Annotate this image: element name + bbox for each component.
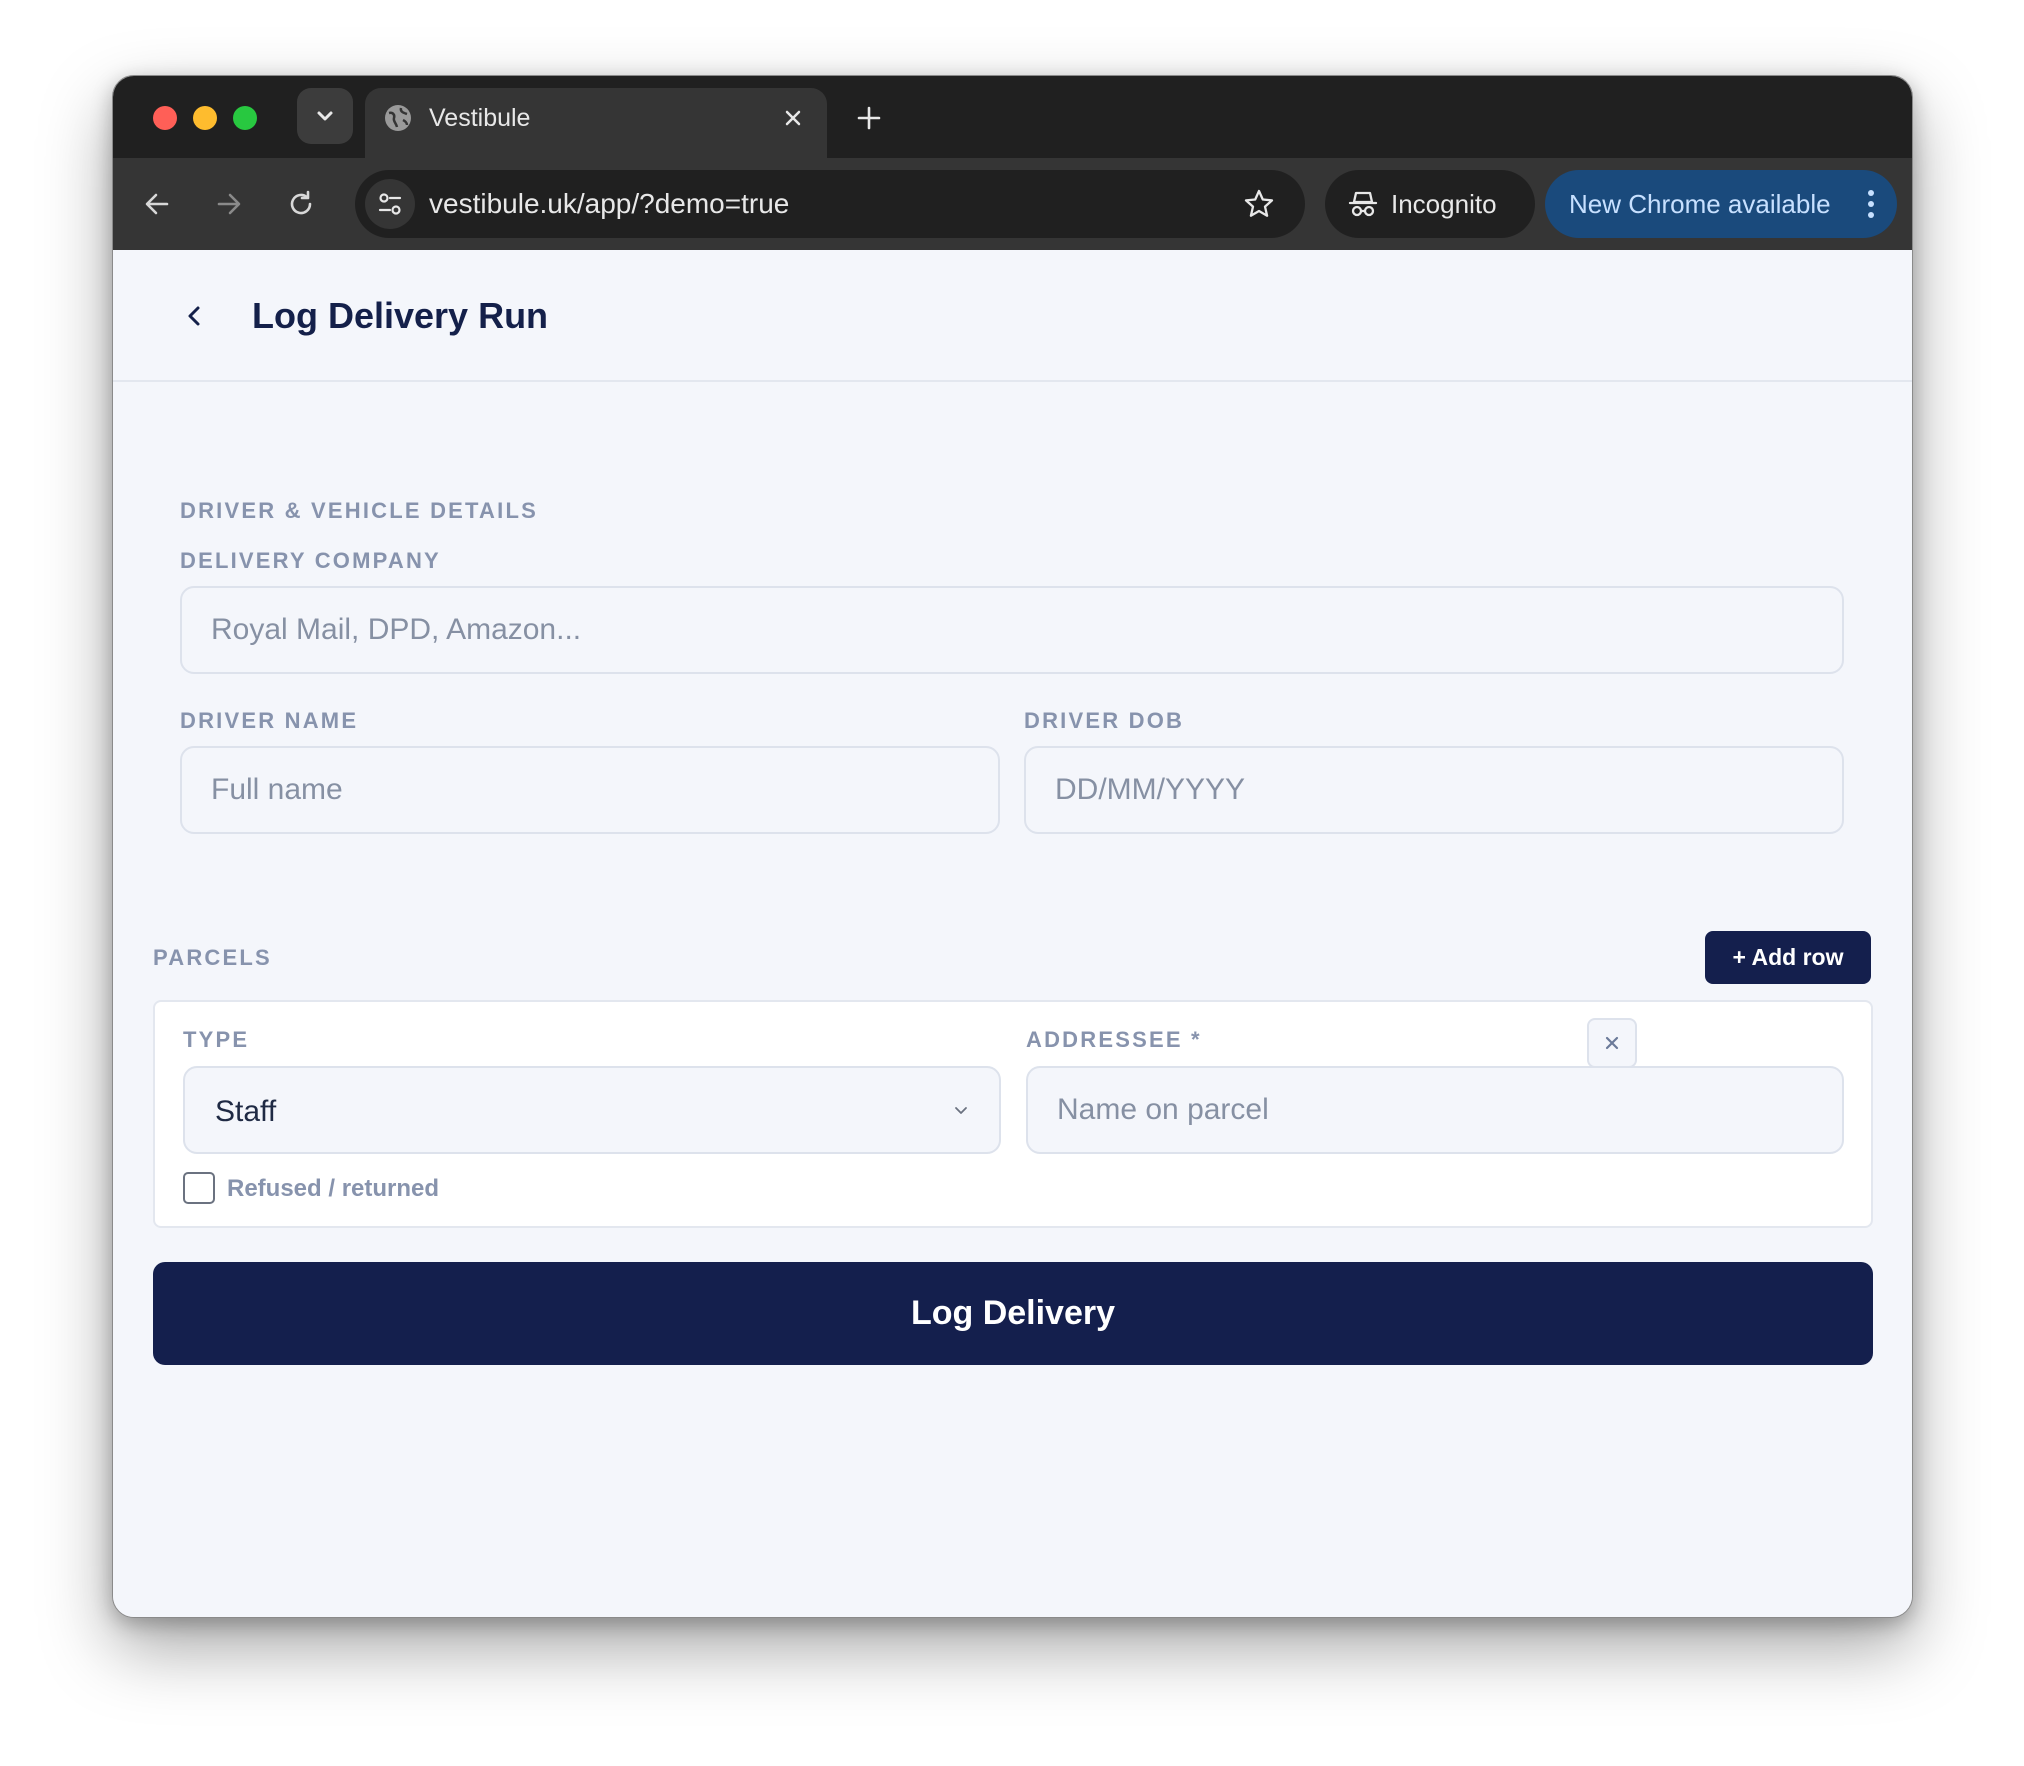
bookmark-button[interactable] [1241,186,1277,222]
forward-button[interactable] [207,182,251,226]
app-header: Log Delivery Run [113,250,1912,382]
globe-icon [385,105,411,131]
close-icon [785,110,801,126]
addressee-label: ADDRESSEE * [1026,1027,1202,1052]
page-title: Log Delivery Run [252,295,549,336]
delivery-company-input[interactable] [180,586,1844,674]
add-row-button[interactable]: + Add row [1705,931,1871,984]
refused-checkbox[interactable] [183,1172,215,1204]
type-label: TYPE [183,1027,250,1052]
delivery-company-label: DELIVERY COMPANY [180,548,441,573]
driver-dob-input[interactable] [1024,746,1844,834]
back-button[interactable] [177,298,213,334]
url-text: vestibule.uk/app/?demo=true [429,188,790,219]
address-bar[interactable]: vestibule.uk/app/?demo=true [355,170,1305,238]
parcel-row: TYPE Staff ADDRESSEE * Refused / returne… [153,1000,1873,1228]
tab-bar: Vestibule [113,76,1912,158]
browser-toolbar: vestibule.uk/app/?demo=true Incognito Ne… [113,158,1912,250]
type-select-value: Staff [215,1095,277,1128]
browser-window: Vestibule vestibule.uk/app/?demo=true In… [112,75,1913,1618]
log-delivery-button[interactable]: Log Delivery [153,1262,1873,1365]
more-vert-icon [1865,190,1877,218]
reload-icon [290,190,312,215]
arrow-right-icon [217,193,241,215]
star-icon [1244,189,1274,217]
app-content: Log Delivery Run DRIVER & VEHICLE DETAIL… [113,250,1912,1617]
close-window-button[interactable] [153,106,177,130]
plus-icon [857,106,881,130]
type-select[interactable]: Staff [183,1066,1001,1154]
chrome-update-button[interactable]: New Chrome available [1545,170,1897,238]
reload-button[interactable] [279,182,323,226]
chevron-left-icon [188,306,200,326]
addressee-input[interactable] [1026,1066,1844,1154]
incognito-label: Incognito [1391,188,1497,219]
back-button[interactable] [135,182,179,226]
driver-section-heading: DRIVER & VEHICLE DETAILS [180,498,538,523]
site-info-button[interactable] [365,179,415,229]
tab-title: Vestibule [429,104,531,132]
driver-dob-label: DRIVER DOB [1024,708,1185,733]
close-icon [1605,1036,1619,1050]
maximize-window-button[interactable] [233,106,257,130]
incognito-chip[interactable]: Incognito [1325,170,1535,238]
chevron-down-icon [951,1100,971,1120]
browser-tab[interactable]: Vestibule [365,88,827,158]
incognito-icon [1348,191,1378,217]
minimize-window-button[interactable] [193,106,217,130]
driver-name-input[interactable] [180,746,1000,834]
refused-label[interactable]: Refused / returned [227,1174,439,1204]
close-tab-button[interactable] [779,104,807,132]
chevron-down-icon [317,111,333,121]
update-label: New Chrome available [1569,188,1831,219]
parcels-section-heading: PARCELS [153,945,272,970]
driver-name-label: DRIVER NAME [180,708,359,733]
arrow-left-icon [145,193,169,215]
new-tab-button[interactable] [849,98,889,138]
tab-search-button[interactable] [297,88,353,144]
remove-row-button[interactable] [1587,1018,1637,1068]
tune-icon [378,193,402,215]
